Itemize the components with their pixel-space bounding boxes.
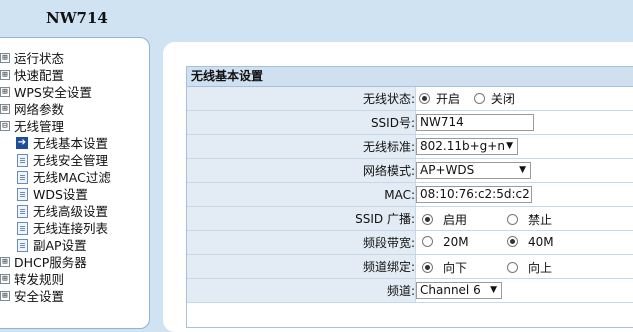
form-row-channel-bind: 频道绑定: 向下 向上 bbox=[187, 254, 633, 279]
page-icon bbox=[17, 171, 28, 184]
radio-selected-icon[interactable] bbox=[422, 214, 433, 225]
expand-icon[interactable]: ⊞ bbox=[0, 70, 10, 80]
page-icon bbox=[17, 222, 28, 235]
form-row-channel: 频道: Channel 6 ▼ bbox=[187, 278, 633, 303]
dropdown-caret-icon: ▼ bbox=[506, 141, 513, 151]
panel-title: 无线基本设置 bbox=[187, 67, 633, 87]
dropdown-caret-icon: ▼ bbox=[519, 165, 526, 175]
field-label: 网络模式: bbox=[187, 158, 416, 183]
nav-item-run-status[interactable]: ⊞ 运行状态 bbox=[0, 50, 150, 67]
nav-item-wps[interactable]: ⊞ WPS安全设置 bbox=[0, 84, 150, 101]
field-label: 频段带宽: bbox=[187, 230, 416, 255]
page-icon bbox=[17, 239, 28, 252]
radio-icon[interactable] bbox=[507, 214, 518, 225]
nav-item-security[interactable]: ⊞ 安全设置 bbox=[0, 288, 150, 305]
expand-icon[interactable]: ⊞ bbox=[0, 291, 10, 301]
bandwidth-40m-radio[interactable]: 40M bbox=[507, 235, 554, 249]
nav-item-wireless-security[interactable]: 无线安全管理 bbox=[0, 152, 150, 169]
nav-item-wireless[interactable]: ⊟ 无线管理 bbox=[0, 118, 150, 135]
field-label: 频道绑定: bbox=[187, 254, 416, 279]
nav-item-mac-filter[interactable]: 无线MAC过滤 bbox=[0, 169, 150, 186]
field-label: 无线状态: bbox=[187, 87, 416, 111]
form-row-wireless-status: 无线状态: 开启 关闭 bbox=[187, 87, 633, 111]
current-arrow-icon: ➔ bbox=[16, 137, 28, 149]
channel-bind-down-radio[interactable]: 向下 bbox=[422, 259, 467, 276]
wireless-basic-settings-panel: 无线基本设置 无线状态: 开启 关闭 SSID号: NW714 无线标准: 80… bbox=[186, 66, 633, 328]
router-model-title: NW714 bbox=[46, 9, 108, 27]
nav-item-network[interactable]: ⊞ 网络参数 bbox=[0, 101, 150, 118]
nav-item-wds[interactable]: WDS设置 bbox=[0, 186, 150, 203]
page-icon bbox=[17, 205, 28, 218]
settings-form: 无线状态: 开启 关闭 SSID号: NW714 无线标准: 802.11b+g… bbox=[187, 87, 633, 303]
nav-item-wireless-basic[interactable]: ➔ 无线基本设置 bbox=[0, 135, 150, 152]
wireless-on-radio[interactable]: 开启 bbox=[419, 90, 460, 107]
ssid-input[interactable]: NW714 bbox=[416, 114, 534, 131]
field-label: 频道: bbox=[187, 278, 416, 303]
radio-icon[interactable] bbox=[422, 236, 433, 247]
page-icon bbox=[17, 154, 28, 167]
expand-icon[interactable]: ⊞ bbox=[0, 104, 10, 114]
channel-select[interactable]: Channel 6 ▼ bbox=[416, 282, 502, 299]
mac-address-input[interactable]: 08:10:76:c2:5d:c2 bbox=[416, 186, 532, 203]
expand-icon[interactable]: ⊞ bbox=[0, 274, 10, 284]
expand-icon[interactable]: ⊞ bbox=[0, 257, 10, 267]
radio-selected-icon[interactable] bbox=[507, 236, 518, 247]
field-label: SSID号: bbox=[187, 110, 416, 135]
network-mode-select[interactable]: AP+WDS ▼ bbox=[416, 162, 531, 179]
ssid-broadcast-enable-radio[interactable]: 启用 bbox=[422, 211, 467, 228]
radio-icon[interactable] bbox=[473, 93, 485, 104]
form-row-ssid-broadcast: SSID 广播: 启用 禁止 bbox=[187, 206, 633, 231]
form-row-ssid: SSID号: NW714 bbox=[187, 110, 633, 135]
bandwidth-20m-radio[interactable]: 20M bbox=[422, 235, 469, 249]
nav-item-wireless-advanced[interactable]: 无线高级设置 bbox=[0, 203, 150, 220]
form-row-bandwidth: 频段带宽: 20M 40M bbox=[187, 230, 633, 255]
field-label: MAC: bbox=[187, 182, 416, 207]
field-label: 无线标准: bbox=[187, 134, 416, 159]
field-label: SSID 广播: bbox=[187, 206, 416, 231]
nav-item-quick-setup[interactable]: ⊞ 快速配置 bbox=[0, 67, 150, 84]
nav-item-connection-list[interactable]: 无线连接列表 bbox=[0, 220, 150, 237]
ssid-broadcast-disable-radio[interactable]: 禁止 bbox=[507, 211, 552, 228]
radio-selected-icon[interactable] bbox=[419, 93, 430, 104]
collapse-icon[interactable]: ⊟ bbox=[0, 121, 10, 131]
nav-tree: ⊞ 运行状态 ⊞ 快速配置 ⊞ WPS安全设置 ⊞ 网络参数 ⊟ 无线管理 ➔ … bbox=[0, 50, 150, 305]
nav-item-dhcp[interactable]: ⊞ DHCP服务器 bbox=[0, 254, 150, 271]
channel-bind-up-radio[interactable]: 向上 bbox=[507, 259, 552, 276]
nav-item-forwarding[interactable]: ⊞ 转发规则 bbox=[0, 271, 150, 288]
form-row-network-mode: 网络模式: AP+WDS ▼ bbox=[187, 158, 633, 183]
dropdown-caret-icon: ▼ bbox=[490, 285, 497, 295]
radio-selected-icon[interactable] bbox=[422, 262, 433, 273]
form-row-standard: 无线标准: 802.11b+g+n ▼ bbox=[187, 134, 633, 159]
radio-icon[interactable] bbox=[507, 262, 518, 273]
expand-icon[interactable]: ⊞ bbox=[0, 53, 10, 63]
page-icon bbox=[17, 188, 28, 201]
expand-icon[interactable]: ⊞ bbox=[0, 87, 10, 97]
nav-item-secondary-ap[interactable]: 副AP设置 bbox=[0, 237, 150, 254]
wireless-off-radio[interactable]: 关闭 bbox=[473, 90, 515, 107]
form-row-mac: MAC: 08:10:76:c2:5d:c2 bbox=[187, 182, 633, 207]
wireless-standard-select[interactable]: 802.11b+g+n ▼ bbox=[416, 138, 518, 155]
